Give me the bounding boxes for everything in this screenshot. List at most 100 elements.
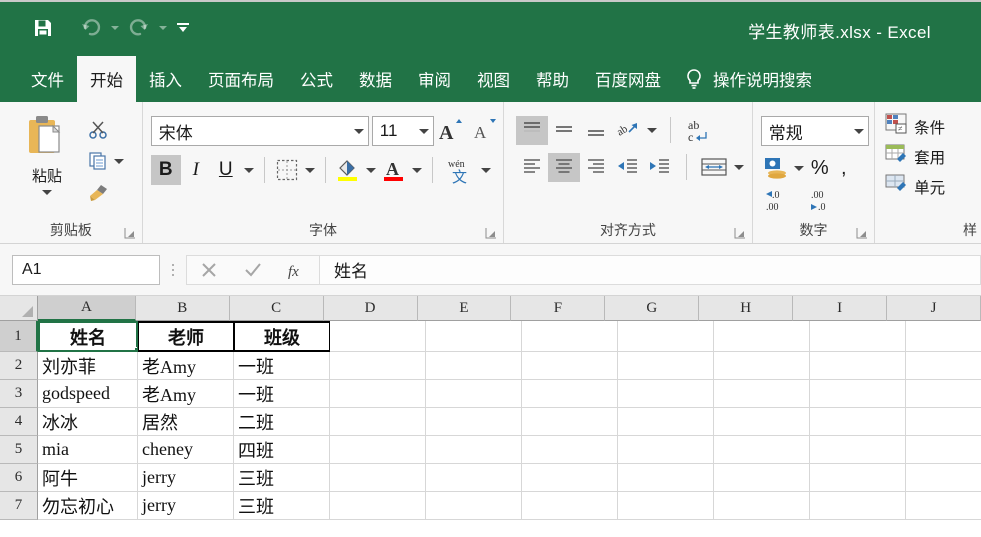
cell-C5[interactable]: 四班 (234, 436, 330, 464)
cell-F2[interactable] (522, 352, 618, 380)
decrease-font-size-button[interactable]: A (468, 116, 502, 146)
cell-H4[interactable] (714, 408, 810, 436)
cell-B3[interactable]: 老Amy (138, 380, 234, 408)
cell-H5[interactable] (714, 436, 810, 464)
cell-I4[interactable] (810, 408, 906, 436)
increase-indent-button[interactable] (644, 153, 676, 182)
column-header-a[interactable]: A (38, 296, 136, 321)
cell-J1[interactable] (906, 321, 981, 352)
cell-C4[interactable]: 二班 (234, 408, 330, 436)
row-header-4[interactable]: 4 (0, 408, 38, 436)
row-header-7[interactable]: 7 (0, 492, 38, 520)
cell-H7[interactable] (714, 492, 810, 520)
fill-color-dropdown-icon[interactable] (363, 155, 379, 185)
cell-H2[interactable] (714, 352, 810, 380)
cell-I3[interactable] (810, 380, 906, 408)
conditional-formatting-button[interactable]: ≠ 条件 (875, 108, 981, 138)
merge-cells-dropdown-icon[interactable] (731, 152, 747, 182)
row-header-2[interactable]: 2 (0, 352, 38, 380)
undo-dropdown-icon[interactable] (108, 13, 122, 43)
cell-J6[interactable] (906, 464, 981, 492)
cell-B2[interactable]: 老Amy (138, 352, 234, 380)
cell-G1[interactable] (618, 321, 714, 352)
cell-H6[interactable] (714, 464, 810, 492)
cell-F5[interactable] (522, 436, 618, 464)
tab-review[interactable]: 审阅 (405, 56, 464, 102)
tab-help[interactable]: 帮助 (523, 56, 582, 102)
tab-view[interactable]: 视图 (464, 56, 523, 102)
clipboard-dialog-launcher-icon[interactable] (124, 226, 136, 239)
bold-button[interactable]: B (150, 155, 181, 185)
format-as-table-button[interactable]: 套用 (875, 138, 981, 168)
percent-style-button[interactable]: % (807, 154, 833, 182)
align-left-button[interactable] (516, 153, 548, 182)
orientation-dropdown-icon[interactable] (644, 115, 660, 145)
row-header-1[interactable]: 1 (0, 321, 38, 352)
column-header-f[interactable]: F (511, 296, 606, 321)
underline-button[interactable]: U (211, 155, 241, 185)
wrap-text-button[interactable]: ab c (681, 116, 717, 145)
cell-J5[interactable] (906, 436, 981, 464)
accounting-format-button[interactable] (761, 154, 791, 182)
cell-G4[interactable] (618, 408, 714, 436)
cell-F3[interactable] (522, 380, 618, 408)
number-dialog-launcher-icon[interactable] (856, 226, 868, 239)
cell-I5[interactable] (810, 436, 906, 464)
cell-A7[interactable]: 勿忘初心 (38, 492, 138, 520)
tab-file[interactable]: 文件 (18, 56, 77, 102)
font-color-dropdown-icon[interactable] (409, 155, 425, 185)
cut-button[interactable] (84, 116, 126, 144)
cell-J7[interactable] (906, 492, 981, 520)
tab-formulas[interactable]: 公式 (287, 56, 346, 102)
align-bottom-button[interactable] (580, 116, 612, 145)
cell-A1[interactable]: 姓名 (38, 321, 138, 352)
cell-G7[interactable] (618, 492, 714, 520)
cell-B6[interactable]: jerry (138, 464, 234, 492)
save-button[interactable] (26, 13, 60, 43)
merge-cells-button[interactable] (697, 153, 731, 182)
copy-button[interactable] (84, 147, 126, 175)
font-color-button[interactable]: A (379, 155, 409, 185)
confirm-icon[interactable] (231, 256, 275, 284)
column-header-i[interactable]: I (793, 296, 888, 321)
phonetic-guide-button[interactable]: wén 文 (440, 155, 478, 185)
cell-C7[interactable]: 三班 (234, 492, 330, 520)
cell-F6[interactable] (522, 464, 618, 492)
number-format-combo[interactable]: 常规 (760, 116, 869, 146)
borders-button[interactable] (272, 155, 302, 185)
row-header-3[interactable]: 3 (0, 380, 38, 408)
cell-H3[interactable] (714, 380, 810, 408)
cell-E6[interactable] (426, 464, 522, 492)
tab-data[interactable]: 数据 (346, 56, 405, 102)
column-header-c[interactable]: C (229, 296, 324, 321)
column-header-h[interactable]: H (699, 296, 794, 321)
orientation-button[interactable]: ab (612, 116, 644, 145)
cell-I7[interactable] (810, 492, 906, 520)
underline-dropdown-icon[interactable] (241, 155, 257, 185)
cell-I6[interactable] (810, 464, 906, 492)
copy-dropdown-icon[interactable] (112, 158, 126, 164)
cell-B1[interactable]: 老师 (138, 321, 234, 352)
comma-style-button[interactable]: , (833, 154, 855, 182)
paste-dropdown-icon[interactable] (42, 190, 52, 195)
cell-J2[interactable] (906, 352, 981, 380)
column-header-e[interactable]: E (417, 296, 512, 321)
formula-input[interactable]: 姓名 (320, 254, 981, 285)
italic-button[interactable]: I (181, 155, 211, 185)
redo-button[interactable] (122, 13, 156, 43)
cell-J4[interactable] (906, 408, 981, 436)
cell-C6[interactable]: 三班 (234, 464, 330, 492)
customize-quick-access-icon[interactable] (170, 13, 196, 43)
align-center-button[interactable] (548, 152, 581, 182)
name-box[interactable]: A1 (12, 254, 160, 285)
cell-E3[interactable] (426, 380, 522, 408)
cell-D5[interactable] (330, 436, 426, 464)
format-painter-button[interactable] (84, 178, 126, 206)
decrease-indent-button[interactable] (612, 153, 644, 182)
cell-E2[interactable] (426, 352, 522, 380)
cell-C2[interactable]: 一班 (234, 352, 330, 380)
cell-J3[interactable] (906, 380, 981, 408)
cell-C3[interactable]: 一班 (234, 380, 330, 408)
tab-baidu-netdisk[interactable]: 百度网盘 (582, 56, 674, 102)
phonetic-guide-dropdown-icon[interactable] (478, 155, 494, 185)
